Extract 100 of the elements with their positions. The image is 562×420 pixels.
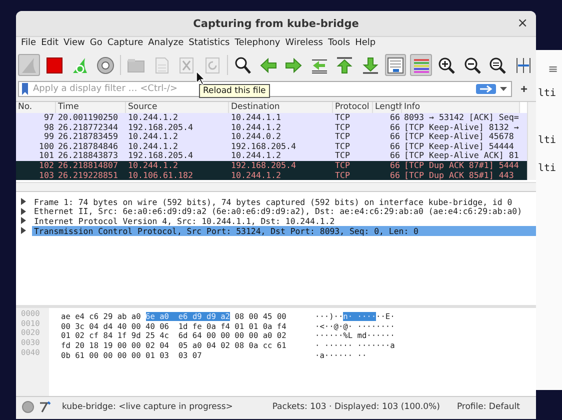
menu-item[interactable]: Telephony [234, 38, 284, 52]
menu-button[interactable]: ≡ [548, 62, 558, 76]
close-file-icon [177, 56, 196, 74]
packet-row[interactable]: 98 26.218772344 192.168.205.4 10.244.1.2 TCP 66 [TCP Keep-Alive] 8132 → [16, 122, 527, 132]
menu-item[interactable]: Statistics [188, 38, 234, 52]
table-cell-text: 102 [38, 160, 55, 171]
stop-icon [44, 56, 64, 74]
menu-item[interactable]: Capture [106, 38, 148, 52]
table-cell-text: [TCP Keep-Alive] 8132 → [403, 122, 520, 132]
table-cell-text: 99 [43, 132, 55, 142]
expand-arrow-icon[interactable] [20, 198, 26, 206]
table-cell-text: 192.168.205.4 [127, 122, 194, 132]
table-cell-text: 8093 → 53142 [ACK] Seq= [403, 113, 520, 123]
down-arrow-icon [360, 56, 380, 74]
zoom-out-icon [462, 56, 482, 74]
scrollbar[interactable] [527, 102, 536, 180]
tree-item[interactable]: Frame 1: 74 bytes on wire (592 bits), 74 bytes captured (592 bits) on interface kube-bridge, id 0 [32, 196, 514, 207]
menu-item[interactable]: Analyze [147, 38, 188, 52]
add-button[interactable]: + [516, 82, 532, 96]
window-title: Capturing from kube-bridge [193, 18, 359, 30]
table-cell-text: 98 [43, 122, 55, 132]
table-cell-text: TCP [334, 122, 351, 132]
table-cell-text: 10.244.1.2 [127, 160, 179, 171]
packet-row[interactable]: 97 20.001190250 10.244.1.2 10.244.1.1 TCP 66 8093 → 53142 [ACK] Seq= [16, 113, 527, 123]
table-cell-text: TCP [334, 132, 351, 142]
table-cell-text: [TCP Keep-Alive] 54444 [403, 142, 514, 152]
packet-row[interactable]: 99 26.218783459 10.244.1.2 10.244.0.2 TCP 66 [TCP Keep-Alive] 45678 [16, 132, 527, 142]
table-cell-text: 26.218772344 [57, 122, 119, 132]
zoom-in-icon [437, 56, 456, 74]
menu-item[interactable]: Wireless [284, 38, 327, 52]
table-cell-text: 66 [389, 113, 401, 123]
menu-item[interactable]: Tools [326, 38, 354, 52]
packet-row[interactable]: 100 26.218784846 10.244.1.2 192.168.205.4 TCP 66 [TCP Keep-Alive] 54444 [16, 142, 527, 152]
table-cell-text: 10.244.1.2 [127, 142, 179, 152]
table-cell-text: TCP [334, 113, 351, 123]
tree-item[interactable]: Ethernet II, Src: 6e:a0:e6:d9:d9:a2 (6e:a0:e6:d9:d9:a2), Dst: ae:e4:c6:29:ab:a0 (ae:e4:c6:29:ab:a0) [32, 206, 524, 216]
table-cell-text: 97 [43, 113, 55, 123]
table-cell-text: 10.244.0.2 [230, 132, 282, 142]
column-header[interactable]: Protocol [333, 102, 373, 113]
table-cell-text: 10.244.1.1 [230, 113, 282, 123]
table-cell-text: 101 [38, 151, 55, 161]
packet-count: Packets: 103 · Displayed: 103 (100.0%) [272, 402, 440, 412]
scrollbar[interactable] [16, 182, 536, 191]
expand-arrow-icon[interactable] [20, 208, 26, 215]
table-cell-text: 66 [389, 160, 401, 171]
packet-row[interactable]: 101 26.218843873 192.168.205.4 10.244.1.2 TCP 66 [TCP Keep-Alive ACK] 81 [16, 151, 527, 161]
tree-item[interactable]: Internet Protocol Version 4, Src: 10.244.1.1, Dst: 10.244.1.2 [32, 216, 337, 226]
search-icon [233, 56, 252, 74]
table-cell-text: 10.244.1.2 [230, 122, 282, 132]
menu-item[interactable]: Go [88, 38, 106, 52]
left-arrow-icon [258, 56, 278, 74]
column-header[interactable]: Source [126, 102, 229, 113]
expand-arrow-icon[interactable] [20, 217, 26, 224]
profile-label[interactable]: Profile: Default [456, 402, 520, 412]
table-cell-text: 66 [389, 122, 401, 132]
packet-row[interactable]: 102 26.218814807 10.244.1.2 192.168.205.4 TCP 66 [TCP Dup ACK 87#1] 5444 [16, 160, 527, 171]
table-cell-text: 26.218784846 [57, 142, 119, 152]
bookmark-icon[interactable] [21, 83, 29, 95]
table-cell-text: 192.168.205.4 [230, 160, 297, 171]
table-cell-text: 103 [38, 170, 55, 180]
table-cell-text: 66 [389, 151, 401, 161]
text-line: lti [538, 135, 556, 146]
tree-item[interactable]: Transmission Control Protocol, Src Port: 53124, Dst Port: 8093, Seq: 0, Len: 0 [32, 226, 536, 236]
autoscroll-icon [386, 56, 406, 74]
table-cell-text: 192.168.205.4 [127, 151, 194, 161]
table-cell-text: 26.219228851 [57, 170, 119, 180]
column-header[interactable]: Destination [229, 102, 333, 113]
table-cell-text: TCP [334, 170, 351, 180]
status-text: kube-bridge: <live capture in progress> [62, 402, 233, 412]
close-button[interactable]: × [517, 16, 528, 31]
zoom-reset-icon [488, 56, 508, 74]
menu-item[interactable]: File [20, 38, 40, 52]
tooltip: Reload this file [199, 84, 270, 98]
table-cell-text: 26.218814807 [57, 160, 119, 171]
menu-item[interactable]: Edit [40, 38, 62, 52]
table-cell-text: [TCP Dup ACK 85#1] 443 [403, 170, 515, 180]
status-circle-icon[interactable] [22, 401, 34, 413]
resize-columns-icon [514, 56, 533, 74]
mouse-pointer-icon [196, 71, 205, 85]
table-cell-text: 10.244.1.2 [230, 151, 282, 161]
text-line: lti [538, 88, 556, 99]
table-cell-text: 66 [389, 170, 401, 180]
table-cell-text: [TCP Keep-Alive] 45678 [403, 132, 515, 142]
menu-item[interactable]: Help [354, 38, 380, 52]
expand-arrow-icon[interactable] [20, 227, 26, 234]
table-cell-text: 26.218843873 [57, 151, 119, 161]
reload-icon [202, 56, 222, 74]
column-header[interactable]: No. [16, 102, 56, 113]
table-cell-text: 10.244.1.2 [230, 170, 282, 180]
up-arrow-icon [335, 56, 354, 74]
table-cell-text: TCP [334, 151, 351, 161]
table-cell-text: TCP [334, 142, 351, 152]
table-cell-text: 66 [389, 142, 401, 152]
column-header[interactable]: Time [56, 102, 126, 113]
pen-icon[interactable] [39, 401, 51, 413]
menu-item[interactable]: View [62, 38, 89, 52]
caret-icon[interactable] [500, 87, 507, 91]
column-header[interactable]: Info [402, 102, 520, 113]
gear-icon [96, 56, 115, 74]
packet-row[interactable]: 103 26.219228851 10.106.61.182 10.244.1.2 TCP 66 [TCP Dup ACK 85#1] 443 [16, 170, 527, 180]
